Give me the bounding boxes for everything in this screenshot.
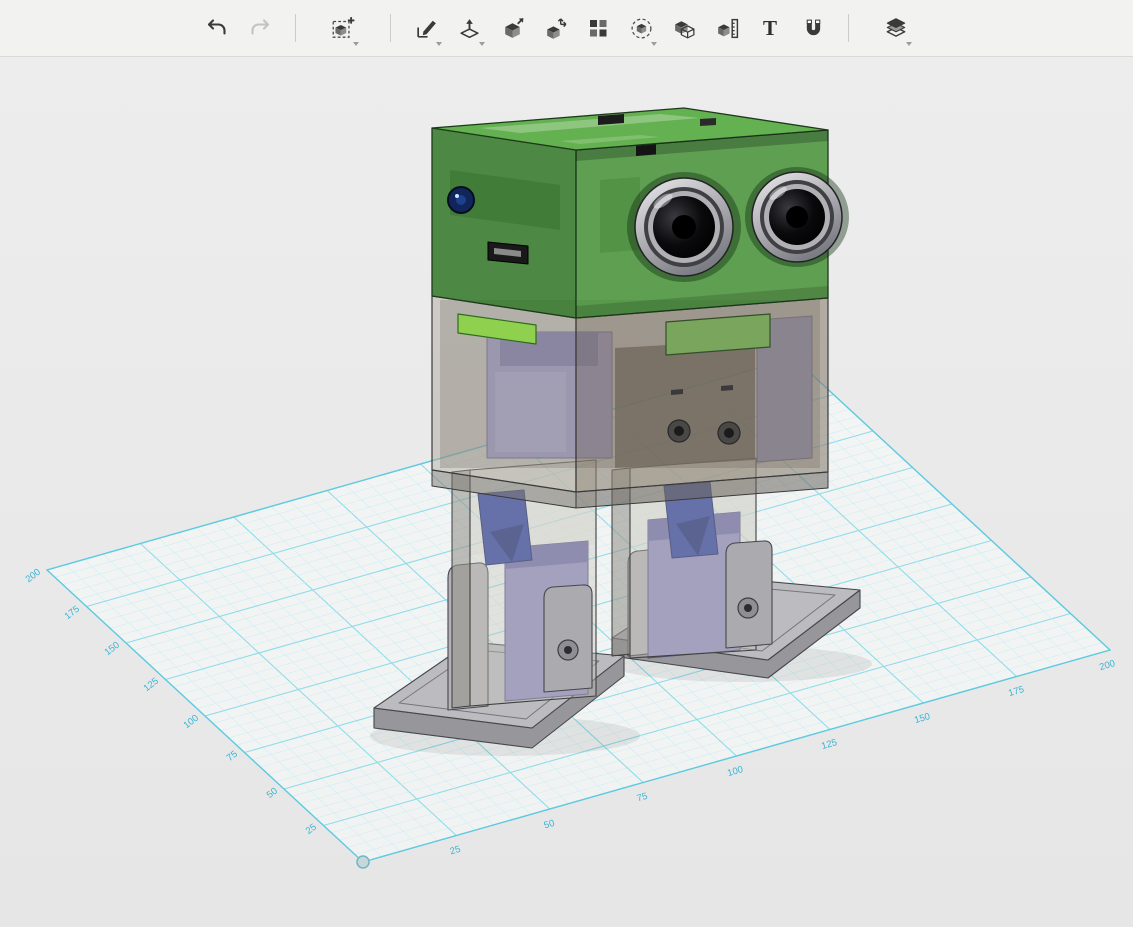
eye-right	[745, 167, 849, 267]
combine-button[interactable]	[665, 7, 703, 49]
redo-arrow-icon	[248, 16, 272, 40]
undo-button[interactable]	[198, 7, 236, 49]
viewport-canvas[interactable]: 200 175 150 125 100 75 50 25 25 50 75 10…	[0, 57, 1133, 927]
measure-button[interactable]	[708, 7, 746, 49]
overlapping-cubes-icon	[672, 16, 697, 41]
dropdown-caret-icon	[906, 42, 912, 46]
viewport[interactable]: 200 175 150 125 100 75 50 25 25 50 75 10…	[0, 57, 1133, 927]
redo-button[interactable]	[241, 7, 279, 49]
pencil-sketch-icon	[414, 16, 439, 41]
cube-pull-arrow-icon	[500, 16, 525, 41]
toolbar-separator	[295, 14, 296, 42]
construct-button[interactable]	[450, 7, 488, 49]
material-button[interactable]	[877, 7, 915, 49]
cad-app-window: T	[0, 0, 1133, 927]
right-foot-tab	[726, 541, 772, 648]
sketch-button[interactable]	[407, 7, 445, 49]
dropdown-caret-icon	[651, 42, 657, 46]
left-foot-tab	[544, 585, 592, 692]
dropdown-caret-icon	[353, 42, 359, 46]
robot-model[interactable]	[370, 108, 872, 756]
transform-button[interactable]	[536, 7, 574, 49]
cube-dashed-circle-icon	[629, 16, 654, 41]
robot-body	[432, 296, 828, 508]
pattern-button[interactable]	[579, 7, 617, 49]
eye-left	[627, 172, 741, 282]
four-squares-icon	[586, 16, 610, 40]
undo-arrow-icon	[205, 16, 229, 40]
magnet-icon	[801, 16, 826, 41]
layers-icon	[883, 15, 909, 41]
head-top-component	[700, 118, 716, 126]
snap-button[interactable]	[794, 7, 832, 49]
toolbar: T	[0, 0, 1133, 57]
toolbar-separator	[848, 14, 849, 42]
toolbar-separator	[390, 14, 391, 42]
cube-ruler-icon	[715, 16, 740, 41]
text-icon: T	[763, 18, 777, 39]
dropdown-caret-icon	[479, 42, 485, 46]
grouping-button[interactable]	[622, 7, 660, 49]
modify-button[interactable]	[493, 7, 531, 49]
origin-handle[interactable]	[357, 856, 369, 868]
extrude-shape-icon	[457, 16, 482, 41]
head-left-face	[432, 128, 576, 318]
cube-move-arrows-icon	[543, 16, 568, 41]
primitive-cube-plus-icon	[330, 15, 356, 41]
primitives-button[interactable]	[324, 7, 362, 49]
dropdown-caret-icon	[436, 42, 442, 46]
robot-head	[432, 108, 849, 318]
text-button[interactable]: T	[751, 7, 789, 49]
head-front-component	[636, 144, 656, 156]
